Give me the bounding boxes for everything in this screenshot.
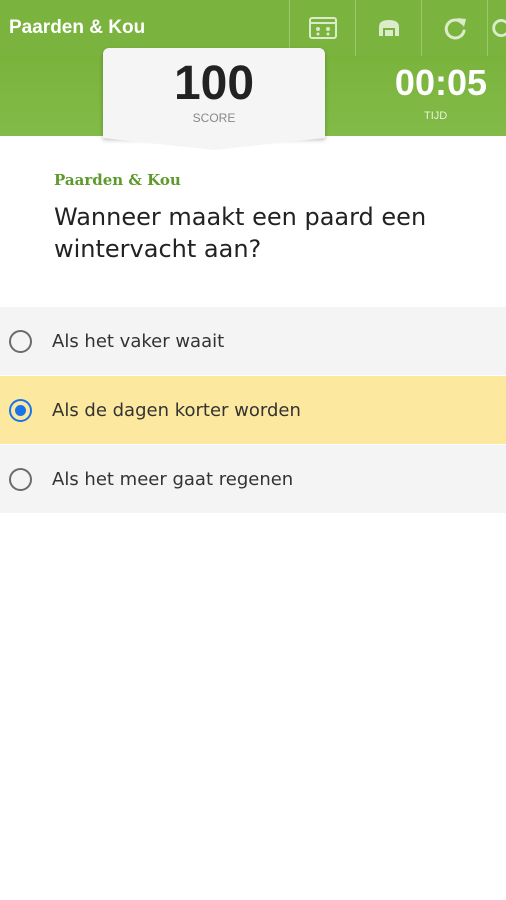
answer-label: Als de dagen korter worden: [52, 400, 301, 421]
radio-button-selected[interactable]: [9, 399, 32, 422]
timer-label: TIJD: [424, 110, 448, 122]
timer-value: 00:05: [394, 62, 487, 103]
answer-label: Als het meer gaat regenen: [52, 469, 294, 490]
answer-label: Als het vaker waait: [52, 331, 225, 352]
restart-button[interactable]: [421, 0, 487, 56]
restart-icon: [444, 18, 466, 40]
radio-button[interactable]: [9, 468, 32, 491]
answer-option-selected[interactable]: Als de dagen korter worden: [0, 376, 506, 445]
leaderboard-icon: [378, 20, 399, 36]
radio-button[interactable]: [9, 330, 32, 353]
answer-list: Als het vaker waait Als de dagen korter …: [0, 307, 506, 514]
score-label: SCORE: [192, 111, 236, 125]
more-button[interactable]: [487, 0, 506, 56]
leaderboard-button[interactable]: [355, 0, 421, 56]
answer-option[interactable]: Als het meer gaat regenen: [0, 445, 506, 514]
score-card: 100 SCORE: [103, 48, 325, 150]
answer-option[interactable]: Als het vaker waait: [0, 307, 506, 376]
more-icon: [492, 19, 506, 37]
quiz-card-icon: [308, 17, 337, 39]
question-text: Wanneer maakt een paard een wintervacht …: [54, 203, 427, 263]
score-value: 100: [173, 57, 255, 110]
question-category: Paarden & Kou: [54, 171, 181, 189]
